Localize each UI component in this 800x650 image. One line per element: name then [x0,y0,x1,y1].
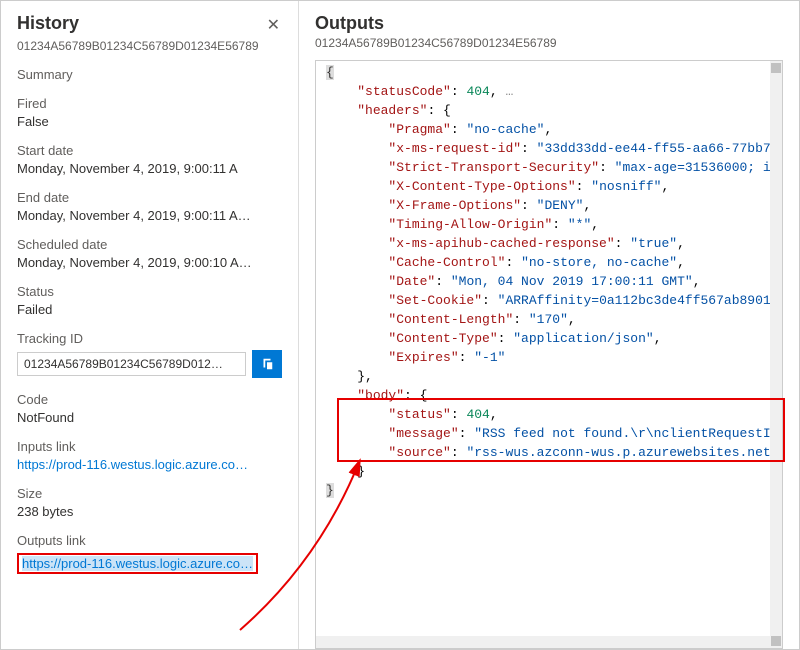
tracking-id-label: Tracking ID [17,331,282,346]
status-value: Failed [17,302,282,317]
fired-value: False [17,114,282,129]
status-label: Status [17,284,282,299]
outputs-link-highlight: https://prod-116.westus.logic.azure.co… [17,553,258,574]
outputs-panel: Outputs 01234A56789B01234C56789D01234E56… [299,1,799,649]
history-panel: History ✕ 01234A56789B01234C56789D01234E… [1,1,299,649]
start-date-value: Monday, November 4, 2019, 9:00:11 A [17,161,282,176]
fired-label: Fired [17,96,282,111]
size-label: Size [17,486,282,501]
copy-button[interactable] [252,350,282,378]
history-title: History [17,13,79,34]
outputs-title: Outputs [315,13,783,34]
scrollbar-vertical[interactable] [770,61,782,648]
history-id: 01234A56789B01234C56789D01234E56789 [17,39,282,53]
copy-icon [260,357,274,371]
end-date-label: End date [17,190,282,205]
start-date-label: Start date [17,143,282,158]
inputs-link[interactable]: https://prod-116.westus.logic.azure.co… [17,457,282,472]
scheduled-date-label: Scheduled date [17,237,282,252]
size-value: 238 bytes [17,504,282,519]
outputs-link-label: Outputs link [17,533,282,548]
close-icon[interactable]: ✕ [265,13,282,37]
end-date-value: Monday, November 4, 2019, 9:00:11 A… [17,208,282,223]
scrollbar-horizontal[interactable] [316,636,770,648]
code-value: NotFound [17,410,282,425]
outputs-link[interactable]: https://prod-116.westus.logic.azure.co… [22,556,253,571]
code-label: Code [17,392,282,407]
summary-label: Summary [17,67,282,82]
scheduled-date-value: Monday, November 4, 2019, 9:00:10 A… [17,255,282,270]
tracking-id-input[interactable]: 01234A56789B01234C56789D012… [17,352,246,376]
outputs-id: 01234A56789B01234C56789D01234E56789 [315,36,783,50]
inputs-link-label: Inputs link [17,439,282,454]
json-viewer[interactable]: { "statusCode": 404, … "headers": { "Pra… [315,60,783,649]
